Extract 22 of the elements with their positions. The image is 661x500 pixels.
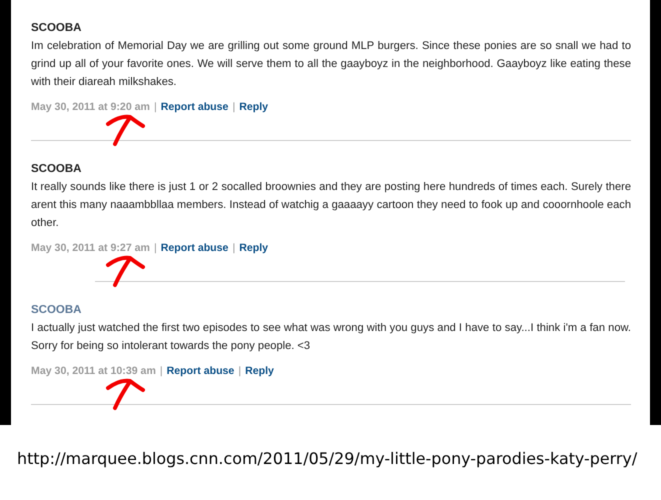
comment-text: I actually just watched the first two episodes to see what was wrong with you guys and I have to say...I think i'm a fan now. Sorry for being so intolerant towards the pony people. <3 [31, 321, 631, 354]
separator: | [232, 241, 236, 256]
comment-text: Im celebration of Memorial Day we are grilling out some ground MLP burgers. Since these ponies are so snall we had to grind up all of your favorite ones. We will serve them to all the gaayboyz in the neighborhood. Gaayboyz like eating these with their diareah milkshakes. [31, 39, 631, 90]
separator: | [238, 364, 242, 379]
report-abuse-link[interactable]: Report abuse [160, 241, 228, 256]
reply-link[interactable]: Reply [245, 364, 274, 379]
comment-author: SCOOBA [31, 162, 82, 177]
reply-link[interactable]: Reply [239, 241, 268, 256]
reply-link[interactable]: Reply [239, 100, 268, 115]
comment-timestamp: May 30, 2011 at 9:27 am [31, 241, 150, 256]
separator: | [154, 100, 157, 115]
comment-timestamp: May 30, 2011 at 10:39 am [31, 364, 156, 379]
comment-author[interactable]: SCOOBA [31, 303, 82, 318]
source-url: http://marquee.blogs.cnn.com/2011/05/29/my-little-pony-parodies-katy-perry/ [17, 449, 638, 468]
comment-timestamp: May 30, 2011 at 9:20 am [31, 100, 150, 115]
separator: | [154, 241, 157, 256]
separator: | [232, 100, 236, 115]
report-abuse-link[interactable]: Report abuse [166, 364, 234, 379]
report-abuse-link[interactable]: Report abuse [160, 100, 228, 115]
comment-text: It really sounds like there is just 1 or 2 socalled broownies and they are posting here hundreds of times each. Surely there arent this many naaambbllaa members. Instead of watchig a gaaaayy cartoon they need to fook up and cooornhoole each other. [31, 180, 631, 231]
separator: | [160, 364, 163, 379]
comment-author: SCOOBA [31, 21, 82, 36]
